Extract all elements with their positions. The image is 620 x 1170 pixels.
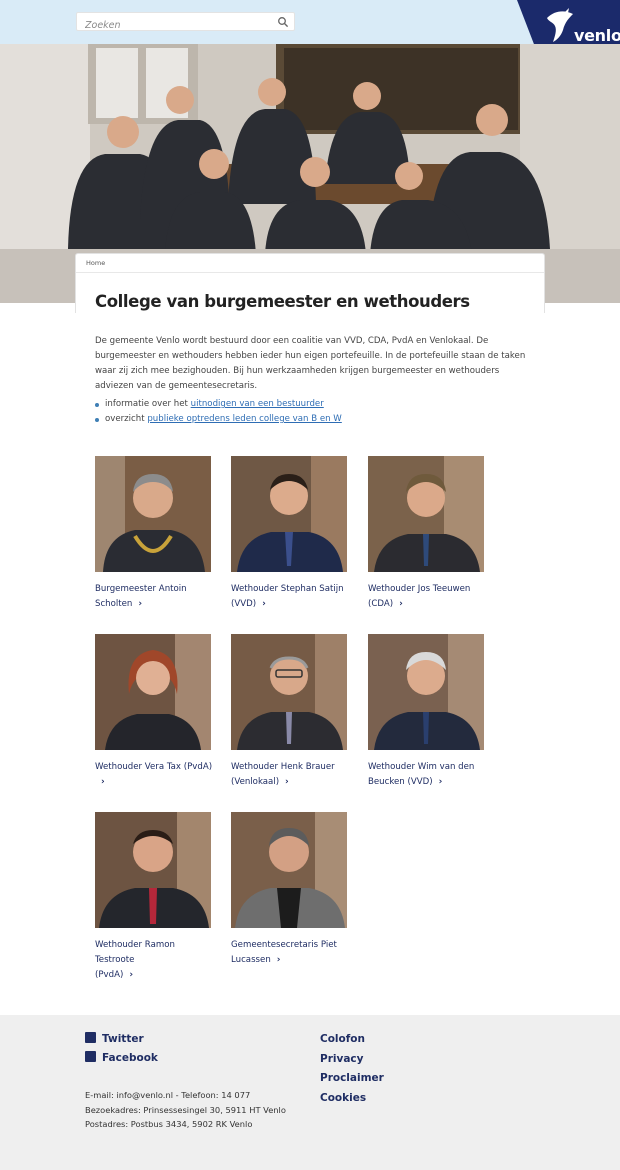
person-link[interactable]: Wethouder Wim van den Beucken (VVD) ›: [368, 760, 488, 790]
colofon-link[interactable]: Colofon: [320, 1032, 384, 1052]
twitter-icon: [85, 1032, 96, 1043]
facebook-icon: [85, 1051, 96, 1062]
chevron-right-icon: ›: [101, 777, 105, 787]
person-card[interactable]: Wethouder Stephan Satijn (VVD) ›: [231, 456, 351, 612]
contact-visit-address: Bezoekadres: Prinsessesingel 30, 5911 HT…: [85, 1104, 286, 1115]
list-item: informatie over het uitnodigen van een b…: [95, 397, 342, 412]
privacy-link[interactable]: Privacy: [320, 1052, 384, 1072]
person-card[interactable]: Wethouder Jos Teeuwen (CDA) ›: [368, 456, 488, 612]
list-item: overzicht publieke optredens leden colle…: [95, 412, 342, 427]
breadcrumb-home-link[interactable]: Home: [86, 259, 105, 267]
public-appearances-link[interactable]: publieke optredens leden college van B e…: [147, 414, 341, 424]
invite-official-link[interactable]: uitnodigen van een bestuurder: [191, 399, 324, 409]
chevron-right-icon: ›: [138, 599, 143, 609]
portrait-photo[interactable]: [368, 634, 484, 750]
person-link[interactable]: Wethouder Henk Brauer (Venlokaal) ›: [231, 760, 351, 790]
contact-postal-address: Postadres: Postbus 3434, 5902 RK Venlo: [85, 1119, 253, 1129]
person-link[interactable]: Wethouder Stephan Satijn (VVD) ›: [231, 582, 351, 612]
person-card[interactable]: Gemeentesecretaris Piet Lucassen ›: [231, 812, 351, 968]
twitter-link[interactable]: Twitter: [85, 1031, 144, 1047]
breadcrumb-divider: [76, 272, 544, 273]
person-link[interactable]: Wethouder Vera Tax (PvdA)›: [95, 760, 215, 790]
person-card[interactable]: Wethouder Vera Tax (PvdA)›: [95, 634, 215, 790]
footer-links: Colofon Privacy Proclaimer Cookies: [320, 1032, 384, 1110]
person-link[interactable]: Gemeentesecretaris Piet Lucassen ›: [231, 938, 351, 968]
contact-email-phone: E-mail: info@venlo.nl - Telefoon: 14 077: [85, 1090, 251, 1100]
facebook-link[interactable]: Facebook: [85, 1050, 158, 1066]
portrait-photo[interactable]: [95, 812, 211, 928]
chevron-right-icon: ›: [399, 599, 403, 609]
portrait-photo[interactable]: [95, 634, 211, 750]
portrait-photo[interactable]: [368, 456, 484, 572]
portrait-photo[interactable]: [231, 634, 347, 750]
logo-text: venlo: [574, 26, 620, 45]
intro-text: De gemeente Venlo wordt bestuurd door ee…: [95, 336, 526, 391]
person-card[interactable]: Wethouder Henk Brauer (Venlokaal) ›: [231, 634, 351, 790]
person-card[interactable]: Wethouder Ramon Testroote (PvdA) ›: [95, 812, 215, 983]
chevron-right-icon: ›: [438, 777, 443, 787]
info-list: informatie over het uitnodigen van een b…: [95, 397, 342, 427]
chevron-right-icon: ›: [276, 955, 281, 965]
portrait-photo[interactable]: [231, 812, 347, 928]
cookies-link[interactable]: Cookies: [320, 1091, 384, 1111]
portrait-photo[interactable]: [95, 456, 211, 572]
chevron-right-icon: ›: [262, 599, 266, 609]
person-link[interactable]: Wethouder Ramon Testroote (PvdA) ›: [95, 938, 215, 983]
chevron-right-icon: ›: [129, 970, 134, 980]
person-link[interactable]: Burgemeester Antoin Scholten ›: [95, 582, 215, 612]
person-card[interactable]: Wethouder Wim van den Beucken (VVD) ›: [368, 634, 488, 790]
breadcrumb: Home: [86, 259, 105, 267]
contact-info: E-mail: info@venlo.nl - Telefoon: 14 077…: [85, 1088, 286, 1132]
portrait-photo[interactable]: [231, 456, 347, 572]
search-box[interactable]: [76, 12, 295, 34]
person-card[interactable]: Burgemeester Antoin Scholten ›: [95, 456, 215, 612]
chevron-right-icon: ›: [285, 777, 289, 787]
search-icon[interactable]: [277, 16, 289, 28]
person-link[interactable]: Wethouder Jos Teeuwen (CDA) ›: [368, 582, 488, 612]
search-input[interactable]: [77, 17, 267, 34]
proclaimer-link[interactable]: Proclaimer: [320, 1071, 384, 1091]
page-title: College van burgemeester en wethouders: [95, 292, 470, 311]
